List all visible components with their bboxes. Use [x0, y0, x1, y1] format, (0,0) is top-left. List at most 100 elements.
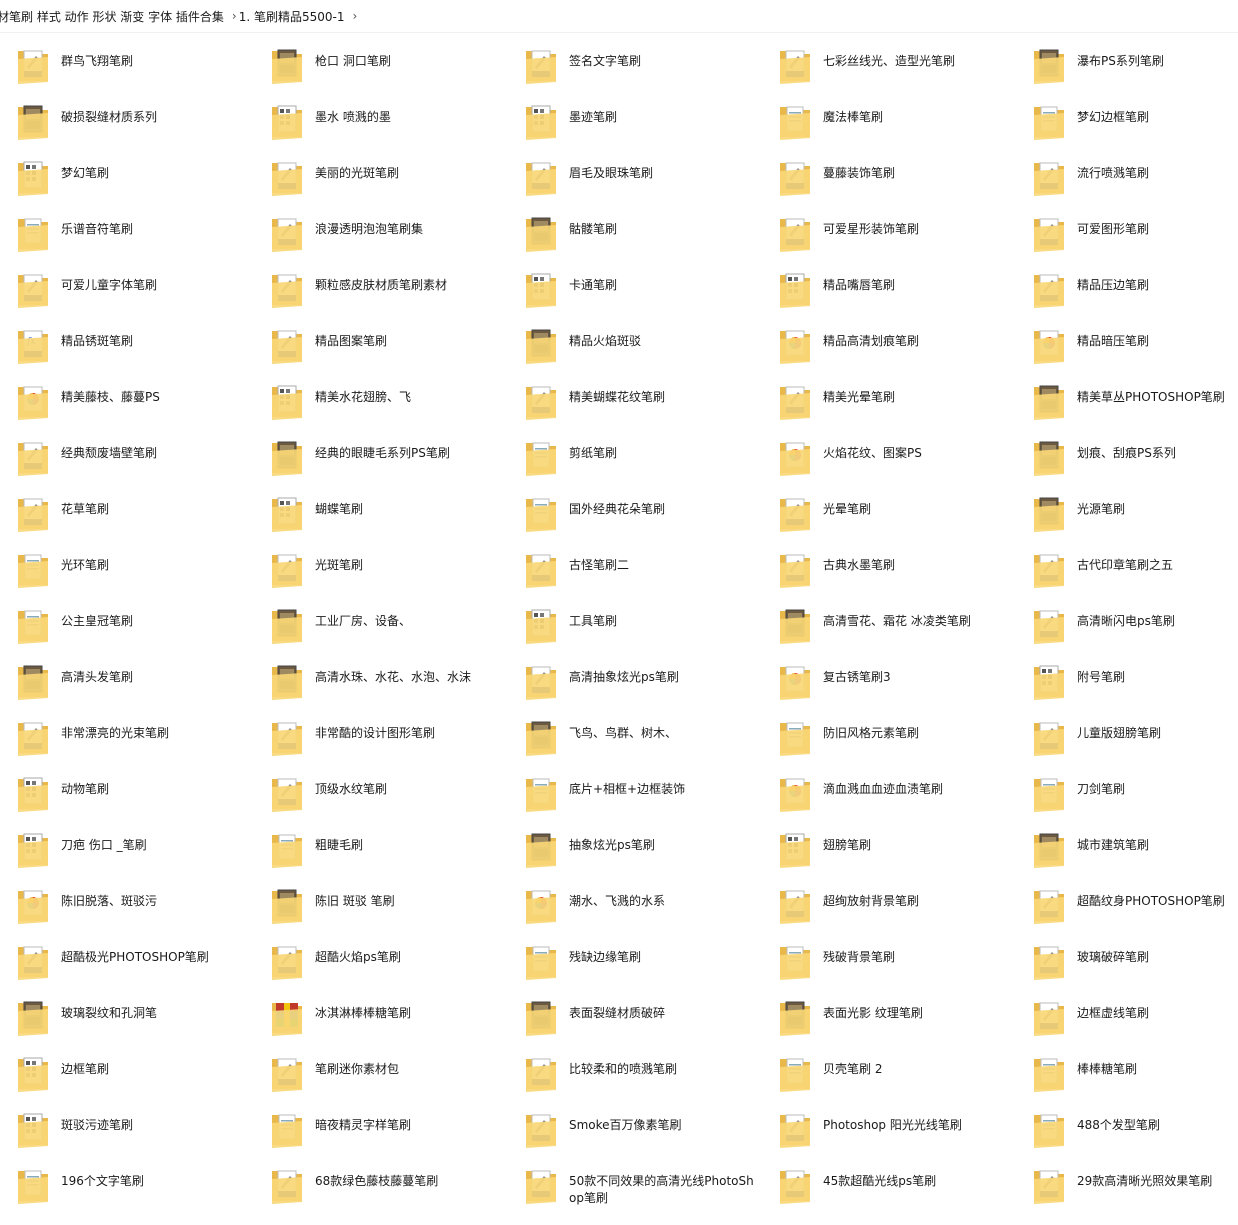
- folder-item[interactable]: 蔓藤装饰笔刷: [762, 145, 1016, 201]
- folder-item[interactable]: 签名文字笔刷: [508, 33, 762, 89]
- folder-item[interactable]: 可爱儿童字体笔刷: [0, 257, 254, 313]
- folder-item[interactable]: 非常漂亮的光束笔刷: [0, 705, 254, 761]
- folder-item[interactable]: 精美光晕笔刷: [762, 369, 1016, 425]
- folder-item[interactable]: 经典颓废墙壁笔刷: [0, 425, 254, 481]
- folder-item[interactable]: Photoshop 阳光光线笔刷: [762, 1097, 1016, 1153]
- folder-item[interactable]: 梦幻边框笔刷: [1016, 89, 1238, 145]
- folder-item[interactable]: 精品图案笔刷: [254, 313, 508, 369]
- folder-item[interactable]: 群鸟飞翔笔刷: [0, 33, 254, 89]
- folder-item[interactable]: 墨水 喷溅的墨: [254, 89, 508, 145]
- folder-item[interactable]: 表面裂缝材质破碎: [508, 985, 762, 1041]
- folder-item[interactable]: 翅膀笔刷: [762, 817, 1016, 873]
- breadcrumb-current-folder[interactable]: 1. 笔刷精品5500-1: [236, 8, 348, 25]
- folder-item[interactable]: 棒棒糖笔刷: [1016, 1041, 1238, 1097]
- folder-item[interactable]: 精品火焰斑驳: [508, 313, 762, 369]
- folder-item[interactable]: 488个发型笔刷: [1016, 1097, 1238, 1153]
- folder-item[interactable]: 梦幻笔刷: [0, 145, 254, 201]
- folder-item[interactable]: 瀑布PS系列笔刷: [1016, 33, 1238, 89]
- folder-item[interactable]: 附号笔刷: [1016, 649, 1238, 705]
- folder-item[interactable]: 七彩丝线光、造型光笔刷: [762, 33, 1016, 89]
- folder-item[interactable]: 斑驳污迹笔刷: [0, 1097, 254, 1153]
- folder-item[interactable]: 68款绿色藤枝藤蔓笔刷: [254, 1153, 508, 1209]
- folder-item[interactable]: 光环笔刷: [0, 537, 254, 593]
- folder-item[interactable]: 暗夜精灵字样笔刷: [254, 1097, 508, 1153]
- folder-item[interactable]: 花草笔刷: [0, 481, 254, 537]
- folder-item[interactable]: 残破背景笔刷: [762, 929, 1016, 985]
- folder-item[interactable]: 颗粒感皮肤材质笔刷素材: [254, 257, 508, 313]
- folder-item[interactable]: 玻璃破碎笔刷: [1016, 929, 1238, 985]
- folder-item[interactable]: 精品暗压笔刷: [1016, 313, 1238, 369]
- folder-item[interactable]: 流行喷溅笔刷: [1016, 145, 1238, 201]
- folder-item[interactable]: 精品高清划痕笔刷: [762, 313, 1016, 369]
- folder-item[interactable]: 50款不同效果的高清光线PhotoShop笔刷: [508, 1153, 762, 1209]
- folder-item[interactable]: 卡通笔刷: [508, 257, 762, 313]
- folder-item[interactable]: 工具笔刷: [508, 593, 762, 649]
- folder-item[interactable]: 城市建筑笔刷: [1016, 817, 1238, 873]
- folder-item[interactable]: 美丽的光斑笔刷: [254, 145, 508, 201]
- folder-item[interactable]: 超酷极光PHOTOSHOP笔刷: [0, 929, 254, 985]
- folder-item[interactable]: 45款超酷光线ps笔刷: [762, 1153, 1016, 1209]
- folder-item[interactable]: 古怪笔刷二: [508, 537, 762, 593]
- folder-item[interactable]: 高清头发笔刷: [0, 649, 254, 705]
- folder-item[interactable]: 精美水花翅膀、飞: [254, 369, 508, 425]
- folder-item[interactable]: 29款高清晰光照效果笔刷: [1016, 1153, 1238, 1209]
- breadcrumb-chevron-icon[interactable]: ›: [347, 9, 362, 23]
- folder-item[interactable]: 古代印章笔刷之五: [1016, 537, 1238, 593]
- folder-item[interactable]: 可爱图形笔刷: [1016, 201, 1238, 257]
- folder-item[interactable]: 光源笔刷: [1016, 481, 1238, 537]
- folder-item[interactable]: 浪漫透明泡泡笔刷集: [254, 201, 508, 257]
- folder-item[interactable]: 防旧风格元素笔刷: [762, 705, 1016, 761]
- folder-item[interactable]: 精品嘴唇笔刷: [762, 257, 1016, 313]
- folder-item[interactable]: 陈旧 斑驳 笔刷: [254, 873, 508, 929]
- folder-item[interactable]: Smoke百万像素笔刷: [508, 1097, 762, 1153]
- folder-item[interactable]: 剪纸笔刷: [508, 425, 762, 481]
- folder-item[interactable]: 比较柔和的喷溅笔刷: [508, 1041, 762, 1097]
- folder-item[interactable]: 魔法棒笔刷: [762, 89, 1016, 145]
- folder-item[interactable]: 潮水、飞溅的水系: [508, 873, 762, 929]
- folder-item[interactable]: 公主皇冠笔刷: [0, 593, 254, 649]
- folder-item[interactable]: 玻璃裂纹和孔洞笔: [0, 985, 254, 1041]
- folder-item[interactable]: 超酷纹身PHOTOSHOP笔刷: [1016, 873, 1238, 929]
- folder-item[interactable]: 划痕、刮痕PS系列: [1016, 425, 1238, 481]
- folder-item[interactable]: 粗睫毛刷: [254, 817, 508, 873]
- folder-item[interactable]: 国外经典花朵笔刷: [508, 481, 762, 537]
- folder-item[interactable]: 冰淇淋棒棒糖笔刷: [254, 985, 508, 1041]
- folder-item[interactable]: 复古锈笔刷3: [762, 649, 1016, 705]
- folder-item[interactable]: 火焰花纹、图案PS: [762, 425, 1016, 481]
- folder-item[interactable]: 精美蝴蝶花纹笔刷: [508, 369, 762, 425]
- folder-item[interactable]: 顶级水纹笔刷: [254, 761, 508, 817]
- folder-item[interactable]: 儿童版翅膀笔刷: [1016, 705, 1238, 761]
- folder-item[interactable]: 边框虚线笔刷: [1016, 985, 1238, 1041]
- folder-item[interactable]: 蝴蝶笔刷: [254, 481, 508, 537]
- folder-item[interactable]: 动物笔刷: [0, 761, 254, 817]
- folder-item[interactable]: 高清晰闪电ps笔刷: [1016, 593, 1238, 649]
- folder-item[interactable]: 眉毛及眼珠笔刷: [508, 145, 762, 201]
- folder-item[interactable]: 残缺边缘笔刷: [508, 929, 762, 985]
- folder-item[interactable]: 工业厂房、设备、: [254, 593, 508, 649]
- folder-item[interactable]: 经典的眼睫毛系列PS笔刷: [254, 425, 508, 481]
- folder-item[interactable]: 表面光影 纹理笔刷: [762, 985, 1016, 1041]
- folder-item[interactable]: 乐谱音符笔刷: [0, 201, 254, 257]
- folder-item[interactable]: 破损裂缝材质系列: [0, 89, 254, 145]
- folder-item[interactable]: 底片+相框+边框装饰: [508, 761, 762, 817]
- folder-item[interactable]: 高清雪花、霜花 冰凌类笔刷: [762, 593, 1016, 649]
- folder-item[interactable]: 刀剑笔刷: [1016, 761, 1238, 817]
- folder-item[interactable]: 墨迹笔刷: [508, 89, 762, 145]
- folder-item[interactable]: 196个文字笔刷: [0, 1153, 254, 1209]
- breadcrumb-parent-folder[interactable]: 材笔刷 样式 动作 形状 渐变 字体 插件合集: [0, 8, 227, 25]
- folder-item[interactable]: 古典水墨笔刷: [762, 537, 1016, 593]
- folder-item[interactable]: 贝壳笔刷 2: [762, 1041, 1016, 1097]
- folder-item[interactable]: 超绚放射背景笔刷: [762, 873, 1016, 929]
- folder-item[interactable]: 高清水珠、水花、水泡、水沫: [254, 649, 508, 705]
- folder-item[interactable]: 精品压边笔刷: [1016, 257, 1238, 313]
- folder-item[interactable]: 枪口 洞口笔刷: [254, 33, 508, 89]
- folder-item[interactable]: 非常酷的设计图形笔刷: [254, 705, 508, 761]
- folder-item[interactable]: 光斑笔刷: [254, 537, 508, 593]
- folder-item[interactable]: 可爱星形装饰笔刷: [762, 201, 1016, 257]
- folder-item[interactable]: 陈旧脱落、斑驳污: [0, 873, 254, 929]
- folder-item[interactable]: 滴血溅血血迹血渍笔刷: [762, 761, 1016, 817]
- folder-item[interactable]: 飞鸟、鸟群、树木、: [508, 705, 762, 761]
- folder-item[interactable]: fx 精品锈斑笔刷: [0, 313, 254, 369]
- folder-item[interactable]: 笔刷迷你素材包: [254, 1041, 508, 1097]
- folder-item[interactable]: 超酷火焰ps笔刷: [254, 929, 508, 985]
